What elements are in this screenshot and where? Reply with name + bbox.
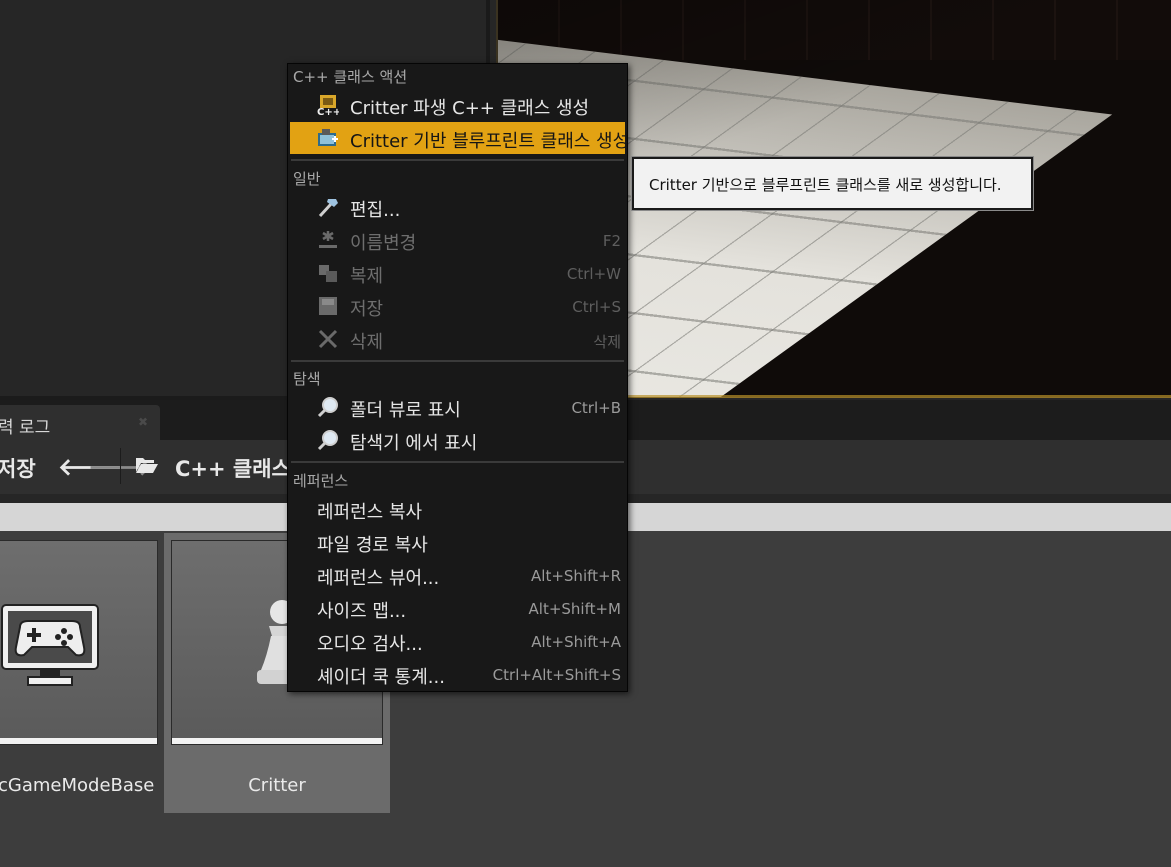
menu-item-shortcut: Alt+Shift+A bbox=[531, 633, 621, 651]
menu-item-shortcut: Alt+Shift+R bbox=[531, 567, 621, 585]
menu-item-create-blueprint[interactable]: Critter 기반 블루프린트 클래스 생성 bbox=[290, 122, 629, 154]
menu-item-shortcut: Ctrl+B bbox=[571, 399, 621, 417]
menu-item-label: Critter 파생 C++ 클래스 생성 bbox=[350, 98, 590, 119]
menu-heading-cpp-actions: C++ 클래스 액션 bbox=[293, 68, 408, 86]
menu-item-label: 폴더 뷰로 표시 bbox=[350, 400, 461, 421]
tab-output-log[interactable]: 력 로그 ✖ bbox=[0, 405, 160, 440]
asset-type-bar bbox=[172, 738, 382, 744]
menu-item-label: 저장 bbox=[350, 299, 384, 320]
menu-item-shortcut: 삭제 bbox=[593, 333, 621, 351]
menu-item-label: 편집... bbox=[350, 200, 401, 221]
menu-item-label: 이름변경 bbox=[350, 233, 417, 254]
magnifier-icon bbox=[317, 429, 339, 451]
menu-item-label: 레퍼런스 뷰어... bbox=[317, 568, 440, 589]
menu-item-create-cpp-derived[interactable]: C++ Critter 파생 C++ 클래스 생성 bbox=[290, 89, 625, 121]
delete-icon bbox=[317, 328, 339, 350]
menu-item-label: 사이즈 맵... bbox=[317, 601, 407, 622]
tooltip: Critter 기반으로 블루프린트 클래스를 새로 생성합니다. bbox=[632, 157, 1033, 210]
menu-item-save[interactable]: 저장 Ctrl+S bbox=[290, 290, 625, 322]
menu-item-delete[interactable]: 삭제 삭제 bbox=[290, 323, 625, 355]
asset-tile[interactable]: cGameModeBase bbox=[0, 533, 164, 813]
menu-item-label: 레퍼런스 복사 bbox=[317, 502, 423, 523]
asset-label: Critter bbox=[248, 775, 306, 796]
asset-context-menu: C++ 클래스 액션 C++ Critter 파생 C++ 클래스 생성 Cri… bbox=[287, 63, 629, 692]
menu-item-copy-reference[interactable]: 레퍼런스 복사 bbox=[290, 493, 625, 525]
svg-text:C++: C++ bbox=[317, 107, 339, 116]
menu-item-label: 탐색기 에서 표시 bbox=[350, 433, 478, 454]
menu-item-duplicate[interactable]: 복제 Ctrl+W bbox=[290, 257, 625, 289]
menu-item-rename[interactable]: 이름변경 F2 bbox=[290, 224, 625, 256]
save-all-button[interactable]: 저장 bbox=[0, 453, 36, 483]
tooltip-text: Critter 기반으로 블루프린트 클래스를 새로 생성합니다. bbox=[649, 176, 1002, 194]
menu-item-edit[interactable]: 편집... bbox=[290, 191, 625, 223]
menu-item-label: 삭제 bbox=[350, 332, 384, 353]
save-icon bbox=[317, 295, 339, 317]
menu-heading-browse: 탐색 bbox=[293, 370, 321, 388]
menu-item-shortcut: Ctrl+Alt+Shift+S bbox=[492, 666, 621, 684]
duplicate-icon bbox=[317, 262, 339, 284]
menu-item-show-in-folder-view[interactable]: 폴더 뷰로 표시 Ctrl+B bbox=[290, 391, 625, 423]
gamepad-monitor-icon bbox=[0, 603, 100, 692]
breadcrumb-path[interactable]: C++ 클래스 bbox=[175, 453, 291, 483]
menu-item-reference-viewer[interactable]: 레퍼런스 뷰어... Alt+Shift+R bbox=[290, 559, 625, 591]
menu-item-show-in-explorer[interactable]: 탐색기 에서 표시 bbox=[290, 424, 625, 456]
menu-item-shortcut: Ctrl+W bbox=[566, 265, 621, 283]
menu-separator bbox=[291, 360, 624, 362]
asset-type-bar bbox=[0, 738, 157, 744]
close-icon[interactable]: ✖ bbox=[138, 416, 149, 428]
menu-item-shortcut: Alt+Shift+M bbox=[528, 600, 621, 618]
menu-item-size-map[interactable]: 사이즈 맵... Alt+Shift+M bbox=[290, 592, 625, 624]
menu-item-copy-file-path[interactable]: 파일 경로 복사 bbox=[290, 526, 625, 558]
cpp-class-icon: C++ bbox=[317, 94, 341, 118]
menu-separator bbox=[291, 159, 624, 161]
magnifier-icon bbox=[317, 396, 339, 418]
menu-item-shader-cook-stats[interactable]: 셰이더 쿡 통계... Ctrl+Alt+Shift+S bbox=[290, 658, 625, 690]
menu-item-label: 셰이더 쿡 통계... bbox=[317, 667, 445, 688]
toolbar-separator bbox=[120, 448, 121, 484]
menu-item-audit[interactable]: 오디오 검사... Alt+Shift+A bbox=[290, 625, 625, 657]
menu-item-label: 파일 경로 복사 bbox=[317, 535, 428, 556]
menu-item-shortcut: F2 bbox=[602, 232, 621, 250]
tab-output-log-label: 력 로그 bbox=[0, 418, 51, 438]
menu-item-label: 오디오 검사... bbox=[317, 634, 423, 655]
menu-heading-general: 일반 bbox=[293, 170, 321, 188]
menu-item-label: 복제 bbox=[350, 266, 384, 287]
menu-heading-references: 레퍼런스 bbox=[293, 472, 349, 490]
asset-label: cGameModeBase bbox=[0, 775, 155, 796]
menu-item-shortcut: Ctrl+S bbox=[572, 298, 621, 316]
folder-open-icon bbox=[135, 455, 159, 475]
hammer-icon bbox=[317, 196, 339, 218]
rename-icon bbox=[317, 229, 339, 251]
menu-separator bbox=[291, 461, 624, 463]
asset-thumbnail bbox=[0, 541, 157, 744]
blueprint-class-icon bbox=[317, 127, 339, 149]
menu-item-label: Critter 기반 블루프린트 클래스 생성 bbox=[350, 131, 630, 152]
